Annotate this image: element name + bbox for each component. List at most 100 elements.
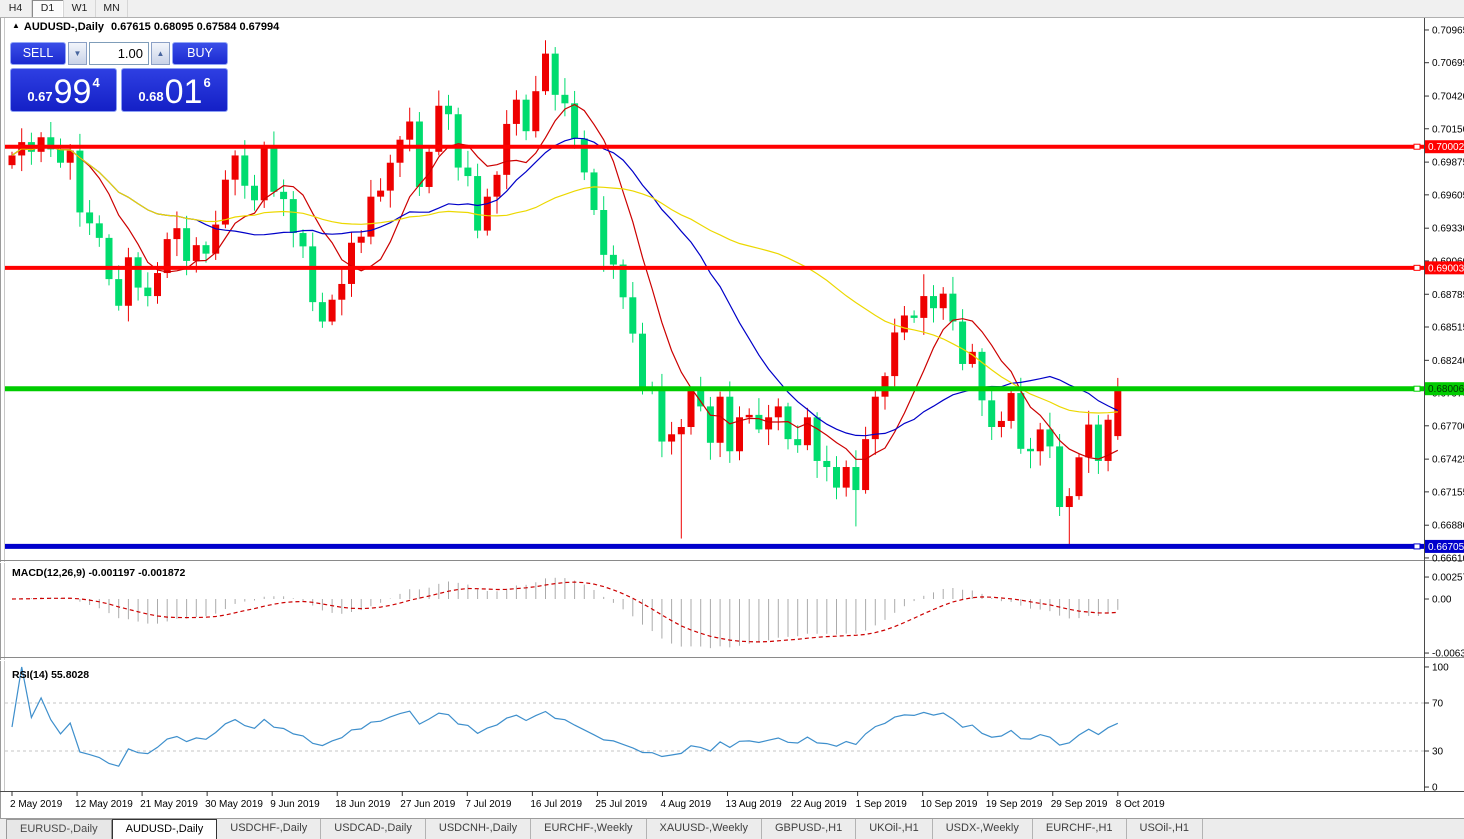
candle — [979, 352, 986, 400]
collapse-triangle-icon[interactable]: ▲ — [12, 21, 20, 30]
sell-price-big-digits: 99 — [54, 79, 92, 107]
candle — [106, 238, 113, 279]
sell-button[interactable]: SELL — [10, 42, 66, 65]
candle — [1008, 393, 1015, 421]
rsi-indicator-label: RSI(14) 55.8028 — [12, 669, 89, 681]
symbol-tab-eurchf-weekly[interactable]: EURCHF-,Weekly — [531, 819, 646, 839]
price-axis-label: 0.67425 — [1432, 455, 1464, 466]
candle — [154, 273, 161, 296]
candle — [513, 100, 520, 124]
candle — [397, 140, 404, 163]
candle — [455, 114, 462, 167]
candle — [96, 223, 103, 238]
macd-axis-label: 0.002574 — [1432, 573, 1464, 584]
candle — [1085, 425, 1092, 458]
symbol-tab-gbpusd-h1[interactable]: GBPUSD-,H1 — [762, 819, 856, 839]
timeframe-toolbar: H4D1W1MN — [0, 0, 1464, 18]
candle — [416, 122, 423, 187]
candle — [891, 332, 898, 376]
sell-price-panel[interactable]: 0.67 99 4 — [10, 68, 117, 112]
symbol-tab-usoil-h1[interactable]: USOil-,H1 — [1127, 819, 1204, 839]
candle — [629, 297, 636, 333]
svg-text:0.70002: 0.70002 — [1428, 142, 1464, 153]
date-axis-label: 2 May 2019 — [10, 799, 63, 810]
timeframe-button-D1[interactable]: D1 — [32, 0, 64, 17]
buy-price-panel[interactable]: 0.68 01 6 — [121, 68, 228, 112]
candle — [183, 228, 190, 261]
symbol-tab-ukoil-h1[interactable]: UKOil-,H1 — [856, 819, 933, 839]
rsi-axis-label: 100 — [1432, 662, 1449, 673]
candle — [241, 155, 248, 185]
symbol-tab-audusd-daily[interactable]: AUDUSD-,Daily — [112, 819, 218, 839]
symbol-tab-eurusd-daily[interactable]: EURUSD-,Daily — [6, 819, 112, 839]
candle — [872, 397, 879, 439]
candle — [348, 243, 355, 284]
price-axis-label: 0.66880 — [1432, 521, 1464, 532]
candle — [794, 439, 801, 445]
symbol-tab-xauusd-weekly[interactable]: XAUUSD-,Weekly — [647, 819, 762, 839]
rsi-axis-label: 70 — [1432, 698, 1444, 709]
symbol-tab-usdchf-daily[interactable]: USDCHF-,Daily — [217, 819, 321, 839]
sell-price-prefix: 0.67 — [27, 89, 52, 104]
timeframe-button-MN[interactable]: MN — [96, 0, 128, 17]
candle — [329, 300, 336, 322]
candle — [940, 294, 947, 309]
candle — [319, 302, 326, 321]
candle — [930, 296, 937, 308]
candle — [949, 294, 956, 322]
candle — [600, 210, 607, 255]
candle — [1056, 446, 1063, 507]
symbol-tab-eurchf-h1[interactable]: EURCHF-,H1 — [1033, 819, 1127, 839]
price-axis-label: 0.68785 — [1432, 290, 1464, 301]
date-axis-label: 12 May 2019 — [75, 799, 133, 810]
svg-text:0.69003: 0.69003 — [1428, 263, 1464, 274]
candle — [668, 434, 675, 441]
candle — [571, 103, 578, 138]
symbol-tab-usdcnh-daily[interactable]: USDCNH-,Daily — [426, 819, 531, 839]
timeframe-button-H4[interactable]: H4 — [0, 0, 32, 17]
chart-canvas[interactable]: 0.709650.706950.704200.701500.698750.696… — [0, 17, 1464, 818]
date-axis-label: 16 Jul 2019 — [530, 799, 582, 810]
candle — [406, 122, 413, 140]
candle — [387, 163, 394, 191]
candle — [901, 315, 908, 332]
date-axis-label: 13 Aug 2019 — [726, 799, 783, 810]
candle — [678, 427, 685, 434]
candle — [552, 54, 559, 95]
candle — [203, 245, 210, 253]
price-axis-label: 0.68240 — [1432, 356, 1464, 367]
chart-tab-bar: EURUSD-,DailyAUDUSD-,DailyUSDCHF-,DailyU… — [0, 818, 1464, 839]
date-axis-label: 29 Sep 2019 — [1051, 799, 1108, 810]
candle — [1037, 429, 1044, 451]
candle — [746, 415, 753, 417]
timeframe-button-W1[interactable]: W1 — [64, 0, 96, 17]
macd-histogram — [12, 578, 1118, 648]
candle — [135, 257, 142, 287]
svg-text:0.66705: 0.66705 — [1428, 542, 1464, 553]
candlestick-series — [9, 40, 1122, 546]
candle — [532, 91, 539, 131]
volume-input[interactable] — [89, 42, 149, 65]
date-axis-label: 9 Jun 2019 — [270, 799, 320, 810]
price-axis-label: 0.70965 — [1432, 25, 1464, 36]
candle — [1046, 429, 1053, 446]
candle — [300, 233, 307, 246]
terminal-window: H4D1W1MN ▲AUDUSD-,Daily0.67615 0.68095 0… — [0, 0, 1464, 839]
date-axis-label: 30 May 2019 — [205, 799, 263, 810]
sell-price-pip-digit: 4 — [92, 75, 99, 90]
volume-decrease-button[interactable]: ▼ — [68, 42, 87, 65]
candle — [988, 400, 995, 427]
candle — [1066, 496, 1073, 507]
price-axis: 0.709650.706950.704200.701500.698750.696… — [1424, 17, 1464, 794]
candle — [523, 100, 530, 132]
candle — [1076, 457, 1083, 496]
symbol-tab-usdx-weekly[interactable]: USDX-,Weekly — [933, 819, 1033, 839]
candle — [494, 175, 501, 197]
candle — [144, 288, 151, 296]
buy-button[interactable]: BUY — [172, 42, 228, 65]
volume-increase-button[interactable]: ▲ — [151, 42, 170, 65]
date-axis-label: 7 Jul 2019 — [465, 799, 512, 810]
symbol-tab-usdcad-daily[interactable]: USDCAD-,Daily — [321, 819, 426, 839]
buy-price-big-digits: 01 — [165, 79, 203, 107]
candle — [173, 228, 180, 239]
